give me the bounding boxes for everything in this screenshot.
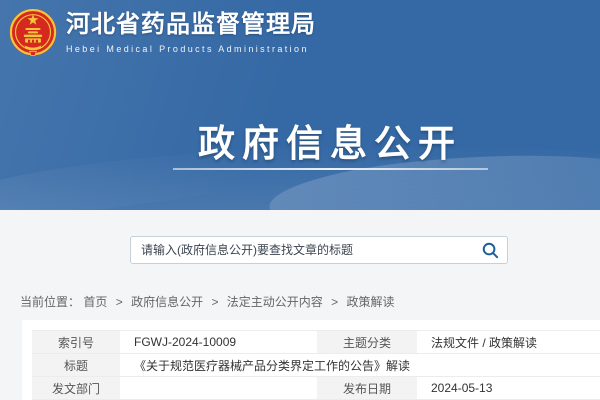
document-info-card: 索引号 FGWJ-2024-10009 主题分类 法规文件 / 政策解读 标题 … [22, 320, 600, 400]
china-national-emblem-icon [8, 7, 58, 59]
publish-date-label: 发布日期 [317, 377, 417, 400]
breadcrumb-item-policy-interpretation: 政策解读 [347, 295, 395, 309]
search-icon [481, 241, 500, 260]
document-title-cell: 《关于规范医疗器械产品分类界定工作的公告》解读 [120, 354, 600, 377]
breadcrumb-separator: > [331, 295, 338, 309]
index-number-label: 索引号 [32, 331, 120, 354]
breadcrumb: 当前位置： 首页 > 政府信息公开 > 法定主动公开内容 > 政策解读 [20, 293, 395, 310]
breadcrumb-item-info-disclosure[interactable]: 政府信息公开 [131, 295, 203, 309]
site-brand-link[interactable]: 河北省药品监督管理局 Hebei Medical Products Admini… [8, 7, 316, 59]
search-input[interactable] [131, 237, 473, 263]
breadcrumb-item-statutory-content[interactable]: 法定主动公开内容 [227, 295, 323, 309]
breadcrumb-label: 当前位置： [20, 295, 80, 309]
breadcrumb-separator: > [116, 295, 123, 309]
page-banner: 河北省药品监督管理局 Hebei Medical Products Admini… [0, 0, 600, 210]
issuing-department-value [120, 377, 317, 400]
document-title-link[interactable]: 《关于规范医疗器械产品分类界定工作的公告》解读 [134, 359, 410, 373]
table-row-index: 索引号 FGWJ-2024-10009 主题分类 法规文件 / 政策解读 [32, 331, 600, 354]
publish-date-value: 2024-05-13 [417, 377, 600, 400]
search-button[interactable] [473, 237, 507, 263]
table-row-department: 发文部门 发布日期 2024-05-13 [32, 377, 600, 400]
document-info-table: 索引号 FGWJ-2024-10009 主题分类 法规文件 / 政策解读 标题 … [32, 330, 600, 400]
topic-category-label: 主题分类 [317, 331, 417, 354]
site-subtitle: Hebei Medical Products Administration [66, 44, 316, 54]
page-title: 政府信息公开 [0, 113, 600, 167]
site-title: 河北省药品监督管理局 [66, 12, 316, 38]
topic-category-value: 法规文件 / 政策解读 [417, 331, 600, 354]
breadcrumb-item-home[interactable]: 首页 [83, 295, 107, 309]
table-row-title: 标题 《关于规范医疗器械产品分类界定工作的公告》解读 [32, 354, 600, 377]
issuing-department-label: 发文部门 [32, 377, 120, 400]
breadcrumb-separator: > [211, 295, 218, 309]
title-label: 标题 [32, 354, 120, 377]
site-brand-text: 河北省药品监督管理局 Hebei Medical Products Admini… [66, 12, 316, 53]
index-number-value: FGWJ-2024-10009 [120, 331, 317, 354]
search-box [130, 236, 508, 264]
banner-divider [173, 168, 488, 170]
